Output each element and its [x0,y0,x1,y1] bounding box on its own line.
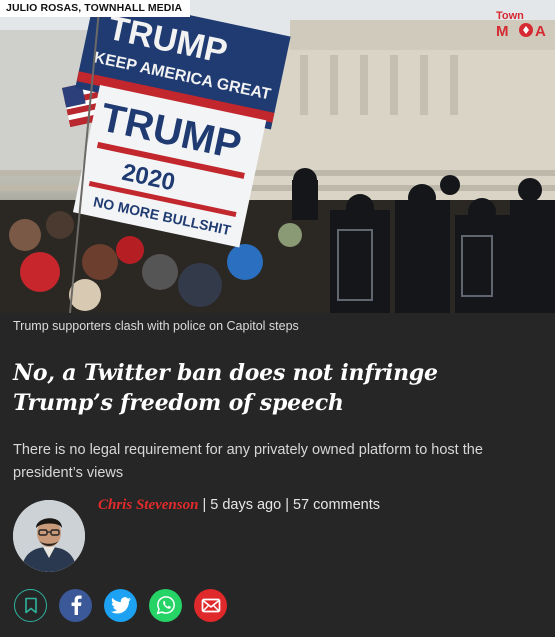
facebook-share-button[interactable] [59,588,92,622]
byline-separator: | [202,497,207,513]
comments-link[interactable]: 57 comments [293,497,380,513]
svg-text:Town: Town [496,10,524,22]
twitter-icon [110,596,131,613]
article-headline: No, a Twitter ban does not infringe Trum… [13,360,438,416]
publish-time: 5 days ago [210,497,282,513]
svg-text:A: A [535,23,546,40]
byline: Chris Stevenson | 5 days ago | 57 comments [98,497,380,514]
bookmark-icon [24,597,37,613]
whatsapp-share-button[interactable] [149,588,182,622]
author-link[interactable]: Chris Stevenson [98,497,198,513]
whatsapp-icon [156,596,175,615]
email-share-button[interactable] [194,588,227,622]
capitol-scene-illustration: TRUMP KEEP AMERICA GREAT TRUMP 2020 NO M… [0,0,555,313]
bookmark-button[interactable] [14,588,47,622]
author-avatar[interactable] [13,500,85,572]
photo-credit: JULIO ROSAS, TOWNHALL MEDIA [0,0,191,17]
byline-separator: | [285,497,289,513]
facebook-icon [71,595,82,615]
share-bar [14,588,227,622]
hero-image[interactable]: TRUMP KEEP AMERICA GREAT TRUMP 2020 NO M… [0,0,555,313]
author-portrait-icon [13,500,85,572]
townhall-media-logo: Town M A [496,10,546,40]
image-caption: Trump supporters clash with police on Ca… [13,319,299,333]
twitter-share-button[interactable] [104,588,137,622]
article-standfirst: There is no legal requirement for any pr… [13,442,483,481]
email-icon [201,598,220,612]
svg-text:M: M [496,23,509,40]
